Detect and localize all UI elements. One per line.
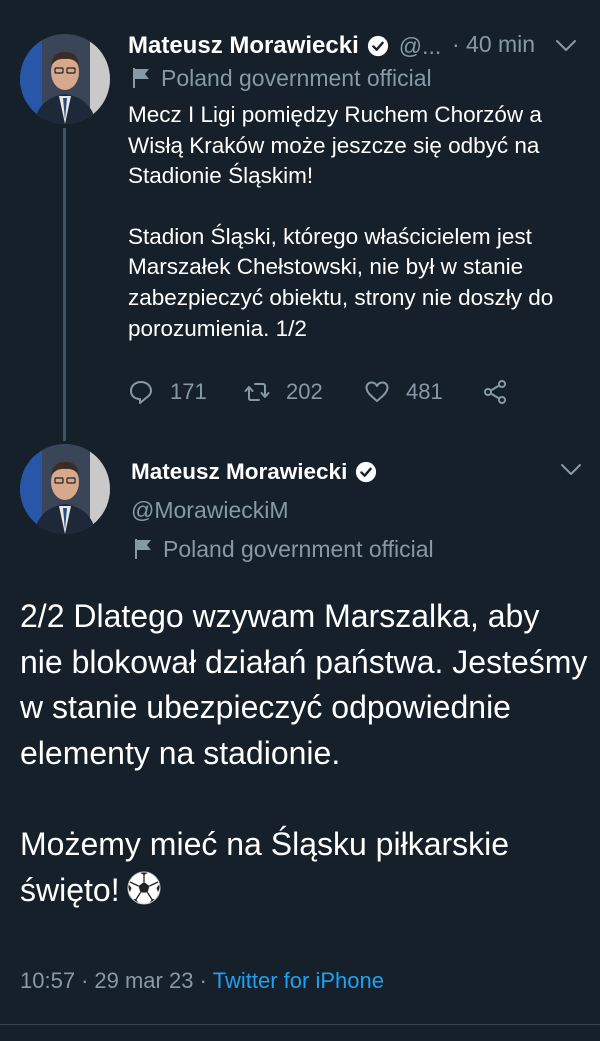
- government-label[interactable]: Poland government official: [131, 63, 432, 93]
- author-handle[interactable]: @...: [399, 33, 442, 60]
- label-text: Poland government official: [163, 535, 434, 562]
- government-label[interactable]: Poland government official: [133, 534, 434, 564]
- share-button[interactable]: [482, 376, 524, 408]
- chevron-down-icon[interactable]: [560, 463, 582, 477]
- reply-button[interactable]: 171: [128, 376, 207, 408]
- tweet-paragraph: Mecz I Ligi pomiędzy Ruchem Chorzów a Wi…: [128, 102, 542, 189]
- verified-icon: [356, 461, 377, 483]
- meta-separator: ·: [199, 968, 207, 993]
- author-row[interactable]: Mateusz Morawiecki @...: [128, 30, 441, 62]
- meta-separator: ·: [81, 968, 89, 993]
- verified-icon: [367, 35, 388, 57]
- tweet-paragraph: Możemy mieć na Śląsku piłkarskie święto!: [20, 826, 510, 908]
- tweet-source-link[interactable]: Twitter for iPhone: [213, 968, 384, 993]
- label-text: Poland government official: [161, 64, 432, 91]
- retweet-icon: [244, 383, 270, 401]
- like-count: 481: [406, 379, 443, 404]
- tweet-meta: 10:57 · 29 mar 23 · Twitter for iPhone: [20, 968, 384, 994]
- avatar[interactable]: [20, 34, 110, 124]
- tweet-paragraph: 2/2 Dlatego wzywam Marszalka, aby nie bl…: [20, 598, 588, 771]
- author-handle[interactable]: @MorawieckiM: [131, 497, 289, 524]
- tweet-paragraph: Stadion Śląski, którego właścicielem jes…: [128, 223, 554, 341]
- tweet-time[interactable]: · 40 min: [452, 31, 535, 58]
- like-button[interactable]: 481: [364, 376, 443, 408]
- author-name[interactable]: Mateusz Morawiecki: [131, 459, 347, 485]
- flag-icon: [135, 539, 151, 559]
- retweet-count: 202: [286, 379, 323, 404]
- reply-count: 171: [170, 379, 207, 404]
- soccer-ball-icon: [127, 871, 161, 904]
- thread-connector-line: [63, 128, 66, 441]
- tweet-thread: Mateusz Morawiecki @... · 40 min Poland …: [0, 0, 600, 1041]
- avatar-photo: [20, 444, 110, 534]
- tweet-text: 2/2 Dlatego wzywam Marszalka, aby nie bl…: [20, 594, 590, 913]
- tweet-timestamp: 10:57: [20, 968, 76, 993]
- flag-icon: [133, 68, 149, 88]
- share-icon: [484, 380, 506, 404]
- tweet-paragraph-last: Możemy mieć na Śląsku piłkarskie święto!: [20, 822, 590, 913]
- author-name[interactable]: Mateusz Morawiecki: [128, 32, 359, 60]
- chevron-down-icon[interactable]: [555, 39, 577, 53]
- author-row[interactable]: Mateusz Morawiecki: [131, 456, 377, 488]
- tweet-date: 29 mar 23: [94, 968, 194, 993]
- avatar-photo: [20, 34, 110, 124]
- avatar[interactable]: [20, 444, 110, 534]
- retweet-button[interactable]: 202: [244, 376, 323, 408]
- tweet-text: Mecz I Ligi pomiędzy Ruchem Chorzów a Wi…: [128, 100, 588, 344]
- like-icon: [365, 381, 389, 402]
- reply-icon: [130, 381, 152, 404]
- divider: [0, 1024, 600, 1025]
